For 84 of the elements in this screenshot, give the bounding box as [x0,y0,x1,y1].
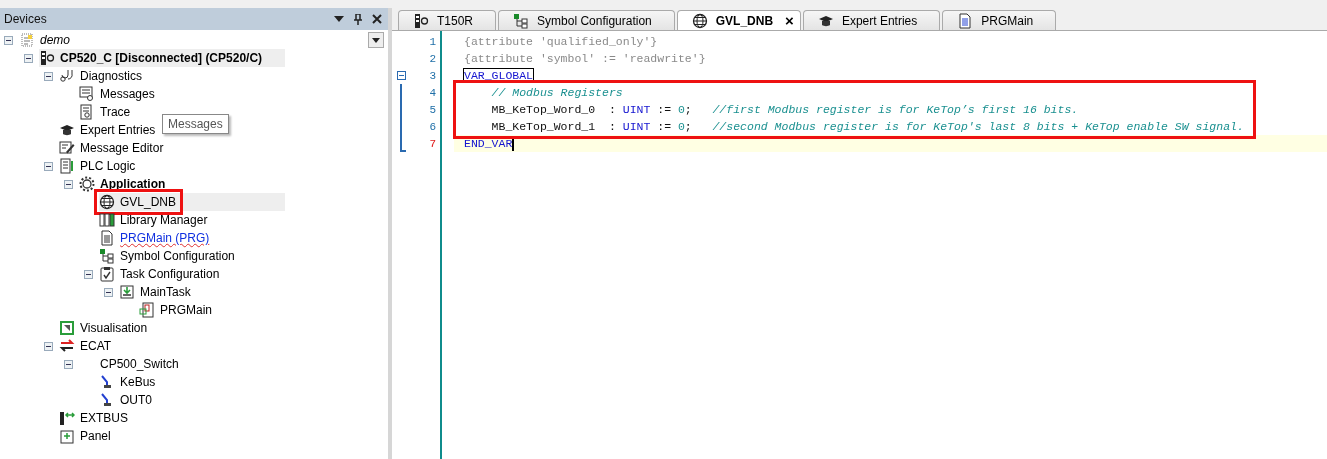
code-line: {attribute 'qualified_only'} [464,35,658,48]
collapse-toggle[interactable] [64,359,73,369]
tree-item[interactable]: Trace [79,104,133,120]
close-tab-button[interactable]: × [785,12,794,29]
books-icon [99,212,115,228]
code-line: // Modbus Registers [490,86,623,99]
project-icon [19,32,35,48]
tree-item[interactable]: PLC Logic [59,158,138,174]
dropdown-button[interactable] [368,32,384,48]
panel-title: Devices [4,12,48,26]
tooltip: Messages [162,114,229,134]
caret-icon [372,37,380,43]
collapse-toggle[interactable] [4,35,13,45]
tree-item[interactable]: Expert Entries [59,122,158,138]
tree-item[interactable]: EXTBUS [59,410,130,426]
line-number: 7 [428,137,437,150]
tree-item[interactable]: OUT0 [99,392,154,408]
tree-item[interactable]: Task Configuration [99,266,222,282]
line-number: 4 [428,86,437,99]
tree-item[interactable]: Diagnostics [59,68,145,84]
tree-item[interactable]: GVL_DNB [99,194,179,210]
globe-icon [691,12,708,29]
line-number: 5 [428,103,437,116]
text-cursor [512,136,514,151]
line-number: 1 [428,35,437,48]
tree-item[interactable]: Application [79,176,168,192]
editor-tab[interactable]: Symbol Configuration [498,10,675,30]
extbus-icon [59,410,75,426]
editor-tab[interactable]: PRGMain [942,10,1057,30]
tree-item[interactable]: Panel [59,428,113,444]
device-icon [413,12,429,29]
tree-item[interactable]: demo [19,32,73,48]
code-line: MB_KeTop_Word_0 : UINT := 0; //first Modbus register is for KeTop’s first 16 bits. [490,103,1079,116]
symbol-tree-icon [99,248,115,264]
document-icon [99,230,115,246]
editor-tab[interactable]: Expert Entries [802,10,941,30]
document-icon [957,12,974,29]
code-line: MB_KeTop_Word_1 : UINT := 0; //second Modbus register is for KeTop's last 8 bits + KeTop enable SW signal. [490,120,1244,133]
collapse-toggle[interactable] [44,161,53,171]
tree-item[interactable]: Messages [79,86,157,102]
clipboard-check-icon [99,266,115,282]
code-line: END_VAR [464,137,513,150]
panel-icon [59,428,75,444]
code-file-icon [59,158,75,174]
message-list-icon [79,86,95,102]
symbol-tree-icon [513,12,530,29]
pin-icon[interactable] [354,13,362,25]
download-box-icon [119,284,135,300]
tree-item[interactable]: CP520_C [Disconnected] (CP520/C) [39,50,265,66]
pencil-note-icon [59,140,75,156]
stethoscope-icon [59,68,75,84]
tree-item[interactable]: MainTask [119,284,193,300]
tree-item[interactable]: KeBus [99,374,158,390]
collapse-toggle[interactable] [44,71,53,81]
tree-item[interactable]: Library Manager [99,212,210,228]
collapse-toggle[interactable] [24,53,33,63]
trace-icon [79,104,95,120]
collapse-toggle[interactable] [104,287,113,297]
collapse-toggle[interactable] [44,341,53,351]
collapse-toggle[interactable] [84,269,93,279]
code-line: VAR_GLOBAL [464,69,533,82]
code-line: {attribute 'symbol' := 'readwrite'} [464,52,706,65]
gear-icon [79,176,95,192]
program-file-icon [139,302,155,318]
line-number: 2 [428,52,437,65]
tree-item[interactable]: PRGMain (PRG) [99,230,212,246]
editor-tab[interactable]: GVL_DNB × [676,10,801,30]
close-icon[interactable] [372,14,382,24]
tree-item[interactable]: Message Editor [59,140,166,156]
tree-item[interactable]: Symbol Configuration [99,248,237,264]
line-number: 6 [428,120,437,133]
visualisation-icon [59,320,75,336]
line-number: 3 [428,69,437,82]
editor-tab[interactable]: T150R [398,10,497,30]
graduation-cap-icon [59,122,75,138]
tree-item[interactable]: ECAT [59,338,114,354]
fold-icon[interactable] [396,71,406,80]
tree-item[interactable]: Visualisation [59,320,150,336]
dropdown-icon[interactable] [334,16,344,22]
globe-icon [99,194,115,210]
device-icon [39,50,55,66]
collapse-toggle[interactable] [64,179,73,189]
tree-item[interactable]: CP500_Switch [79,357,181,371]
tree-item[interactable]: PRGMain [139,302,214,318]
